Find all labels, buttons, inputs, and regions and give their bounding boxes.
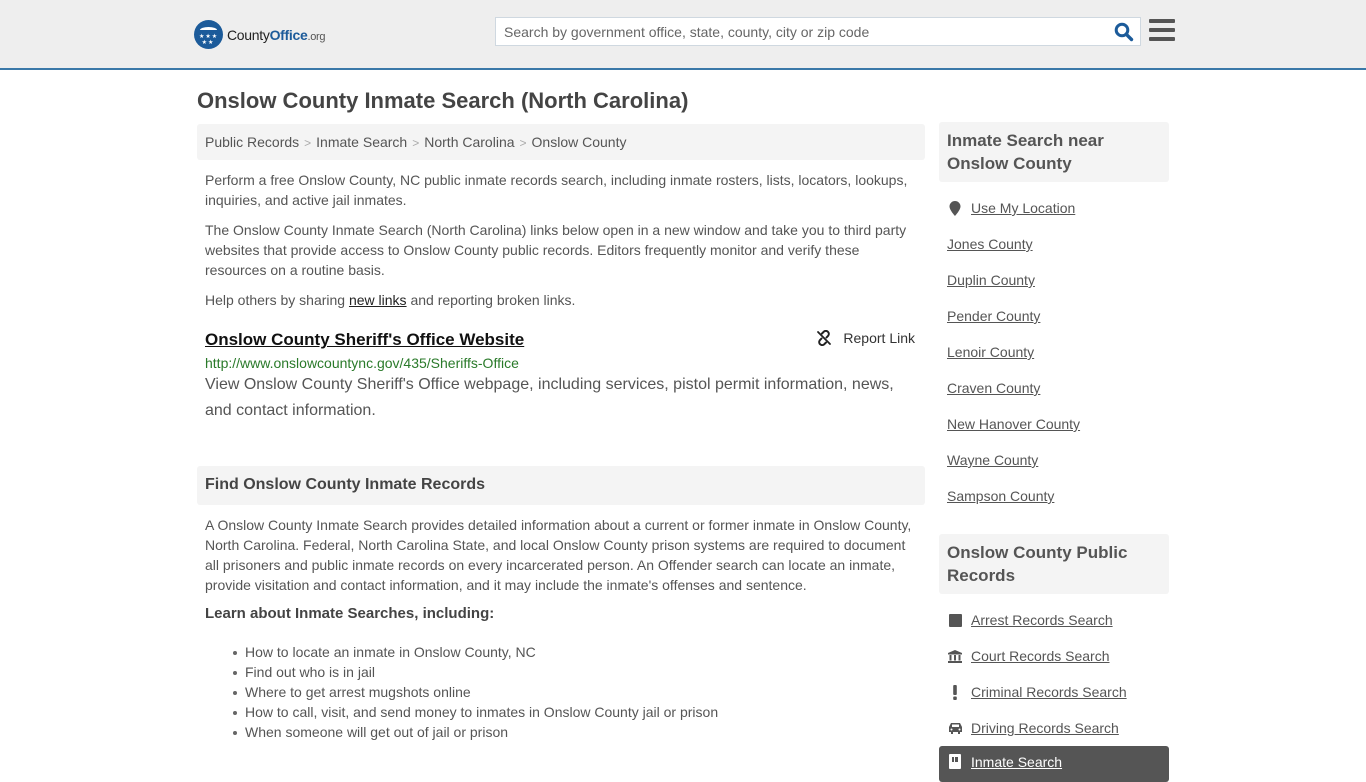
page-title: Onslow County Inmate Search (North Carol…	[197, 88, 689, 113]
arrest-records-link[interactable]: Arrest Records Search	[971, 612, 1113, 628]
find-records-paragraph: A Onslow County Inmate Search provides d…	[205, 517, 912, 593]
sidebar-item-new-hanover-county: New Hanover County	[947, 406, 1161, 442]
search-icon	[1114, 22, 1134, 42]
site-logo[interactable]: ★★★ ★★ CountyOffice.org	[194, 20, 326, 49]
intro-paragraph-2: The Onslow County Inmate Search (North C…	[205, 222, 907, 278]
criminal-records-link[interactable]: Criminal Records Search	[971, 684, 1127, 700]
logo-text: CountyOffice.org	[227, 26, 326, 43]
jail-door-icon	[947, 754, 963, 769]
sidebar-item-inmate-search: Inmate Search	[939, 746, 1169, 782]
county-link[interactable]: Jones County	[947, 236, 1033, 252]
result-url: http://www.onslowcountync.gov/435/Sherif…	[205, 355, 519, 371]
exclamation-icon	[947, 684, 963, 700]
public-records-heading: Onslow County Public Records	[939, 534, 1169, 594]
sidebar-item-wayne-county: Wayne County	[947, 442, 1161, 478]
driving-records-link[interactable]: Driving Records Search	[971, 720, 1119, 736]
list-item: When someone will get out of jail or pri…	[233, 722, 925, 742]
intro-paragraph-3: Help others by sharing new links and rep…	[197, 290, 925, 310]
report-link-label: Report Link	[843, 330, 915, 346]
breadcrumb-inmate-search[interactable]: Inmate Search	[316, 134, 407, 150]
sidebar-item-jones-county: Jones County	[947, 226, 1161, 262]
list-item: Find out who is in jail	[233, 662, 925, 682]
use-my-location-link[interactable]: Use My Location	[971, 200, 1075, 216]
new-links-link[interactable]: new links	[349, 292, 407, 308]
map-marker-icon	[947, 200, 963, 216]
learn-list: How to locate an inmate in Onslow County…	[197, 642, 925, 742]
eagle-logo-icon: ★★★ ★★	[194, 20, 223, 49]
county-link[interactable]: Pender County	[947, 308, 1040, 324]
hamburger-menu-icon	[1149, 19, 1175, 23]
breadcrumb-onslow-county[interactable]: Onslow County	[532, 134, 627, 150]
intro-text: Help others by sharing	[205, 292, 349, 308]
county-link[interactable]: New Hanover County	[947, 416, 1080, 432]
result-title-link[interactable]: Onslow County Sheriff's Office Website	[205, 330, 524, 350]
hamburger-menu-button[interactable]	[1149, 19, 1175, 41]
breadcrumb-public-records[interactable]: Public Records	[205, 134, 299, 150]
sidebar-item-craven-county: Craven County	[947, 370, 1161, 406]
sidebar-item-pender-county: Pender County	[947, 298, 1161, 334]
county-link[interactable]: Lenoir County	[947, 344, 1034, 360]
county-link[interactable]: Craven County	[947, 380, 1040, 396]
breadcrumb-separator: >	[519, 136, 527, 150]
sidebar-item-court-records: Court Records Search	[947, 638, 1161, 674]
car-icon	[947, 722, 963, 734]
nearby-heading: Inmate Search near Onslow County	[939, 122, 1169, 182]
county-link[interactable]: Duplin County	[947, 272, 1035, 288]
list-item: How to locate an inmate in Onslow County…	[233, 642, 925, 662]
sidebar-item-duplin-county: Duplin County	[947, 262, 1161, 298]
site-header: ★★★ ★★ CountyOffice.org	[0, 0, 1366, 70]
public-records-list: Arrest Records Search Court Records Sear…	[939, 602, 1169, 782]
sidebar-item-criminal-records: Criminal Records Search	[947, 674, 1161, 710]
search-input[interactable]	[496, 18, 1140, 45]
list-item: How to call, visit, and send money to in…	[233, 702, 925, 722]
find-records-heading: Find Onslow County Inmate Records	[197, 466, 925, 505]
learn-heading: Learn about Inmate Searches, including:	[205, 605, 495, 622]
sidebar: Inmate Search near Onslow County Use My …	[939, 122, 1169, 782]
use-my-location-item: Use My Location	[947, 190, 1161, 226]
main-content: Public Records > Inmate Search > North Carol…	[197, 124, 925, 742]
hamburger-line	[1149, 37, 1175, 41]
result-item: Onslow County Sheriff's Office Website R…	[197, 330, 925, 424]
search-button[interactable]	[1114, 22, 1134, 42]
breadcrumb: Public Records > Inmate Search > North Carol…	[197, 124, 925, 160]
list-item: Where to get arrest mugshots online	[233, 682, 925, 702]
square-icon	[947, 613, 963, 627]
breadcrumb-separator: >	[304, 136, 312, 150]
intro-text: and reporting broken links.	[406, 292, 576, 308]
result-description: View Onslow County Sheriff's Office webp…	[205, 376, 894, 419]
search-box	[495, 17, 1141, 46]
county-link[interactable]: Wayne County	[947, 452, 1038, 468]
county-link[interactable]: Sampson County	[947, 488, 1054, 504]
court-records-link[interactable]: Court Records Search	[971, 648, 1110, 664]
hamburger-line	[1149, 28, 1175, 32]
sidebar-item-driving-records: Driving Records Search	[947, 710, 1161, 746]
sidebar-item-sampson-county: Sampson County	[947, 478, 1161, 514]
nearby-counties-list: Use My Location Jones County Duplin Coun…	[939, 190, 1169, 514]
sidebar-item-arrest-records: Arrest Records Search	[947, 602, 1161, 638]
broken-link-icon	[817, 330, 832, 346]
intro-paragraph-1: Perform a free Onslow County, NC public …	[205, 172, 908, 208]
breadcrumb-separator: >	[412, 136, 420, 150]
report-link-button[interactable]: Report Link	[816, 330, 915, 346]
courthouse-icon	[947, 649, 963, 663]
sidebar-item-lenoir-county: Lenoir County	[947, 334, 1161, 370]
breadcrumb-north-carolina[interactable]: North Carolina	[424, 134, 514, 150]
